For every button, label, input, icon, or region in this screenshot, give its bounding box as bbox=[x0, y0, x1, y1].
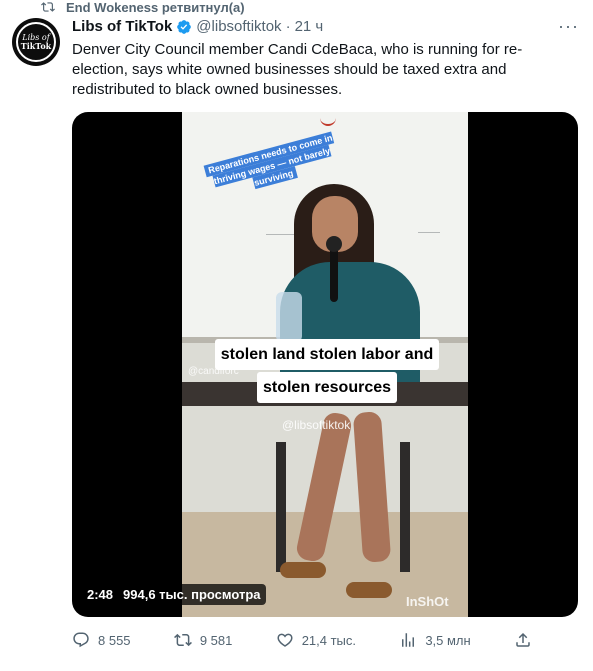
tweet-header: Libs of TikTok @libsoftiktok · 21 ч bbox=[72, 18, 323, 35]
video-caption-line: stolen land stolen labor and bbox=[214, 339, 440, 370]
retweet-button[interactable]: 9 581 bbox=[173, 631, 233, 649]
whiteboard-scribble bbox=[266, 234, 296, 235]
water-bottle bbox=[276, 292, 302, 342]
avatar-logo-line2: TikTok bbox=[20, 41, 52, 51]
tweet-actions: 8 555 9 581 21,4 тыс. 3,5 млн bbox=[72, 626, 532, 654]
share-button[interactable] bbox=[514, 631, 532, 649]
reply-icon bbox=[73, 632, 89, 648]
retweet-icon bbox=[173, 633, 192, 647]
microphone-head bbox=[326, 236, 342, 252]
heart-icon bbox=[277, 633, 293, 647]
like-count: 21,4 тыс. bbox=[301, 632, 357, 648]
video-frame[interactable]: Reparations needs to come in thriving wa… bbox=[182, 112, 468, 617]
video-watermark: @libsoftiktok bbox=[282, 418, 351, 432]
author-handle[interactable]: @libsoftiktok bbox=[196, 18, 281, 35]
speaker-leg bbox=[294, 410, 354, 564]
like-button[interactable]: 21,4 тыс. bbox=[276, 631, 356, 649]
separator-dot: · bbox=[285, 18, 291, 35]
retweet-text[interactable]: End Wokeness ретвитнул(а) bbox=[66, 0, 245, 15]
avatar[interactable]: Libs of TikTok bbox=[12, 18, 60, 66]
speaker-shoe bbox=[280, 562, 326, 578]
video-caption-line: stolen resources bbox=[256, 372, 398, 403]
speaker-shoe bbox=[346, 582, 392, 598]
video-caption: stolen land stolen labor and stolen reso… bbox=[196, 338, 458, 404]
retweet-indicator: End Wokeness ретвитнул(а) bbox=[40, 0, 245, 15]
retweet-count: 9 581 bbox=[199, 632, 233, 648]
avatar-logo: Libs of TikTok bbox=[20, 34, 52, 51]
video-player[interactable]: Reparations needs to come in thriving wa… bbox=[72, 112, 578, 617]
share-icon bbox=[516, 632, 530, 647]
retweet-icon bbox=[41, 2, 55, 12]
reply-button[interactable]: 8 555 bbox=[72, 631, 131, 649]
video-views: 994,6 тыс. просмотра bbox=[118, 584, 266, 605]
speaker-leg bbox=[352, 411, 392, 563]
video-info: 2:48 994,6 тыс. просмотра bbox=[82, 584, 266, 605]
views-button[interactable]: 3,5 млн bbox=[399, 631, 471, 649]
more-options-icon[interactable]: ··· bbox=[558, 16, 579, 37]
whiteboard-scribble bbox=[418, 232, 440, 233]
verified-badge-icon[interactable] bbox=[176, 19, 192, 35]
tweet-time[interactable]: 21 ч bbox=[295, 18, 324, 35]
views-chart-icon bbox=[402, 633, 415, 647]
tweet-text: Denver City Council member Candi CdeBaca… bbox=[72, 41, 523, 98]
whiteboard-mark bbox=[320, 112, 336, 126]
author-name[interactable]: Libs of TikTok bbox=[72, 18, 172, 35]
reply-count: 8 555 bbox=[98, 632, 131, 648]
video-duration: 2:48 bbox=[82, 584, 119, 605]
speaker-legs bbox=[280, 410, 420, 598]
views-count: 3,5 млн bbox=[425, 632, 471, 648]
inshot-watermark: InShOt bbox=[406, 594, 449, 609]
